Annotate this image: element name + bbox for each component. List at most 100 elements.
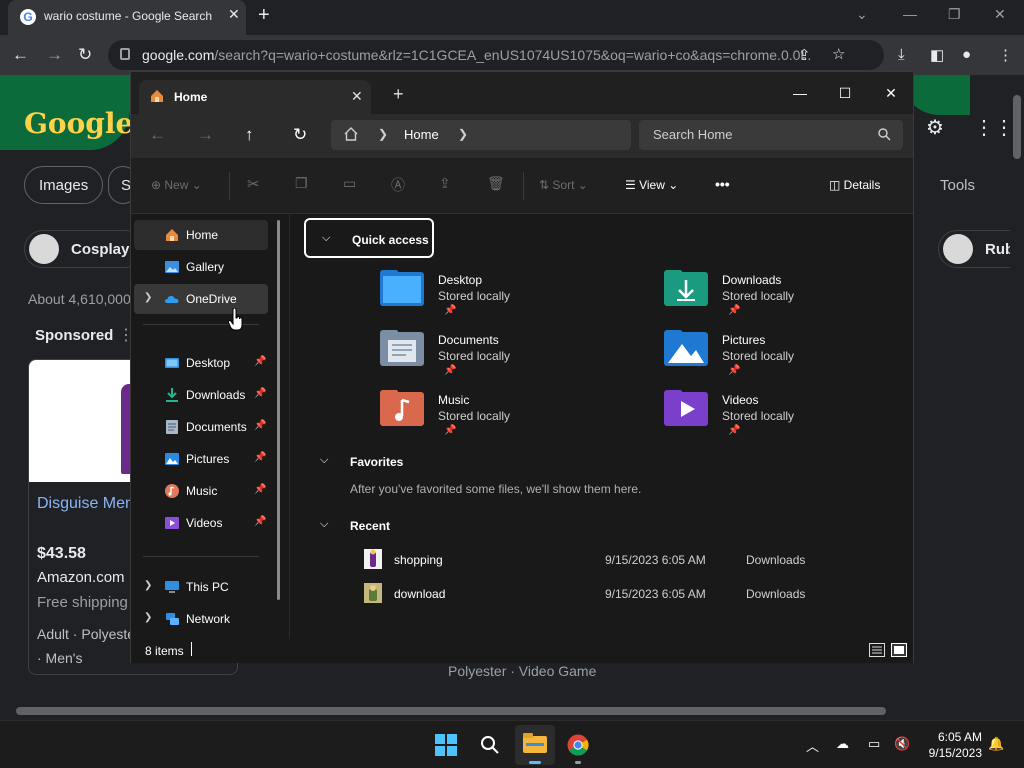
show-hidden-icons-chevron-icon[interactable]: ︿ (806, 736, 819, 755)
explorer-tab-home[interactable]: Home ✕ (139, 80, 371, 114)
search-button[interactable] (470, 725, 510, 765)
quick-access-pictures[interactable]: Pictures Stored locally 📌 (664, 330, 904, 386)
new-tab-button[interactable]: + (258, 4, 270, 27)
nav-item-music[interactable]: Music 📌 (134, 476, 268, 506)
more-options-icon[interactable]: ••• (715, 176, 730, 192)
breadcrumb-home[interactable]: Home (404, 127, 439, 142)
google-apps-icon[interactable]: ⋮⋮ (974, 115, 1010, 140)
address-bar[interactable]: ❯ Home ❯ (331, 120, 631, 150)
clock-time[interactable]: 6:05 AM (924, 730, 982, 744)
breadcrumb-chevron-icon[interactable]: ❯ (458, 127, 468, 141)
quick-access-documents[interactable]: Documents Stored locally 📌 (380, 330, 620, 386)
close-tab-icon[interactable]: ✕ (228, 6, 240, 23)
recent-file-row[interactable]: download 9/15/2023 6:05 AM Downloads (364, 579, 834, 609)
nav-item-videos[interactable]: Videos 📌 (134, 508, 268, 538)
network-status-icon[interactable]: ▭ (868, 736, 880, 752)
chrome-taskbar-button[interactable] (558, 725, 598, 765)
forward-button[interactable]: → (46, 45, 63, 65)
address-url[interactable]: google.com/search?q=wario+costume&rlz=1C… (142, 47, 812, 63)
share-icon[interactable]: ⇪ (798, 46, 811, 64)
expand-chevron-icon[interactable]: ❯ (144, 612, 152, 623)
rename-icon[interactable]: Ⓐ (391, 175, 405, 195)
download-icon[interactable]: ⤓ (898, 46, 905, 63)
expand-chevron-icon[interactable]: ❯ (144, 292, 152, 303)
minimize-button[interactable]: — (777, 78, 823, 108)
nav-item-desktop[interactable]: Desktop 📌 (134, 348, 268, 378)
pin-icon[interactable]: 📌 (444, 365, 456, 376)
new-button[interactable]: ⊕ New ⌄ (151, 178, 202, 192)
quick-access-desktop[interactable]: Desktop Stored locally 📌 (380, 270, 620, 326)
file-explorer-taskbar-button[interactable] (515, 725, 555, 765)
details-button[interactable]: ◫ Details (829, 178, 880, 192)
new-tab-button[interactable]: + (393, 84, 404, 105)
quick-access-videos[interactable]: Videos Stored locally 📌 (664, 390, 904, 446)
nav-item-documents[interactable]: Documents 📌 (134, 412, 268, 442)
tools-link[interactable]: Tools (940, 177, 975, 194)
volume-muted-icon[interactable]: 🔇 (894, 736, 910, 752)
pin-icon[interactable]: 📌 (254, 356, 266, 367)
cosplay-chip[interactable]: Cosplay (24, 230, 145, 268)
pin-icon[interactable]: 📌 (728, 365, 740, 376)
search-box[interactable]: Search Home (639, 120, 903, 150)
images-chip[interactable]: Images (24, 166, 104, 204)
profile-icon[interactable]: ● (962, 46, 971, 63)
chrome-tab-wario-costume[interactable]: G wario costume - Google Search ✕ (8, 0, 246, 35)
rub-chip[interactable]: Rub (938, 230, 1010, 268)
nav-item-gallery[interactable]: Gallery (134, 252, 268, 282)
search-icon[interactable] (877, 127, 891, 141)
sort-button[interactable]: ⇅ Sort ⌄ (539, 178, 588, 192)
nav-item-network[interactable]: ❯ Network (134, 604, 268, 634)
nav-item-this-pc[interactable]: ❯ This PC (134, 572, 268, 602)
page-vertical-scrollbar[interactable] (1010, 75, 1024, 705)
up-button[interactable]: ↑ (245, 125, 254, 145)
side-panel-icon[interactable]: ◧ (930, 46, 944, 64)
close-window-button[interactable]: ✕ (994, 6, 1006, 23)
nav-item-home[interactable]: Home (134, 220, 268, 250)
bookmark-star-icon[interactable]: ☆ (832, 45, 845, 63)
onedrive-status-icon[interactable]: ☁ (836, 736, 849, 752)
restore-button[interactable]: ❐ (948, 6, 961, 23)
page-horizontal-scrollbar[interactable] (0, 704, 1010, 718)
back-button[interactable]: ← (149, 125, 166, 145)
address-bar[interactable]: google.com/search?q=wario+costume&rlz=1C… (108, 40, 884, 70)
lock-icon[interactable] (120, 48, 130, 60)
details-view-icon[interactable] (869, 643, 885, 657)
clock-date[interactable]: 9/15/2023 (914, 746, 982, 760)
view-button[interactable]: ☰ View ⌄ (625, 178, 678, 192)
share-icon[interactable]: ⇪ (439, 175, 451, 192)
quick-access-music[interactable]: Music Stored locally 📌 (380, 390, 620, 446)
pin-icon[interactable]: 📌 (254, 388, 266, 399)
google-doodle-logo[interactable]: Google (0, 75, 133, 150)
navigation-scrollbar[interactable] (277, 220, 280, 600)
large-icons-view-icon[interactable] (891, 643, 907, 657)
pin-icon[interactable]: 📌 (444, 425, 456, 436)
copy-icon[interactable]: ❐ (295, 175, 308, 192)
pin-icon[interactable]: 📌 (254, 452, 266, 463)
pin-icon[interactable]: 📌 (254, 420, 266, 431)
start-button[interactable] (426, 725, 466, 765)
breadcrumb-chevron-icon[interactable]: ❯ (378, 127, 388, 141)
pin-icon[interactable]: 📌 (254, 516, 266, 527)
pin-icon[interactable]: 📌 (444, 305, 456, 316)
nav-item-pictures[interactable]: Pictures 📌 (134, 444, 268, 474)
paste-icon[interactable]: ▭ (343, 175, 356, 192)
nav-item-onedrive[interactable]: ❯ OneDrive (134, 284, 268, 314)
cut-icon[interactable]: ✂ (247, 175, 260, 193)
expand-chevron-icon[interactable]: ❯ (144, 580, 152, 591)
forward-button[interactable]: → (197, 125, 214, 145)
back-button[interactable]: ← (12, 45, 29, 65)
tab-search-chevron-icon[interactable]: ⌄ (856, 6, 868, 23)
notification-bell-icon[interactable]: 🔔 (988, 736, 1004, 752)
favorites-header[interactable]: ⌵ Favorites (304, 442, 504, 482)
reload-button[interactable]: ↻ (78, 45, 92, 65)
recent-file-row[interactable]: shopping 9/15/2023 6:05 AM Downloads (364, 545, 834, 575)
close-tab-icon[interactable]: ✕ (351, 88, 363, 105)
settings-gear-icon[interactable]: ⚙ (926, 115, 944, 140)
pin-icon[interactable]: 📌 (728, 305, 740, 316)
quick-access-header[interactable]: ⌵ Quick access (304, 218, 434, 258)
close-window-button[interactable]: ✕ (868, 78, 914, 108)
refresh-button[interactable]: ↻ (293, 125, 307, 145)
quick-access-downloads[interactable]: Downloads Stored locally 📌 (664, 270, 904, 326)
pin-icon[interactable]: 📌 (728, 425, 740, 436)
delete-icon[interactable]: 🗑 (487, 175, 505, 192)
